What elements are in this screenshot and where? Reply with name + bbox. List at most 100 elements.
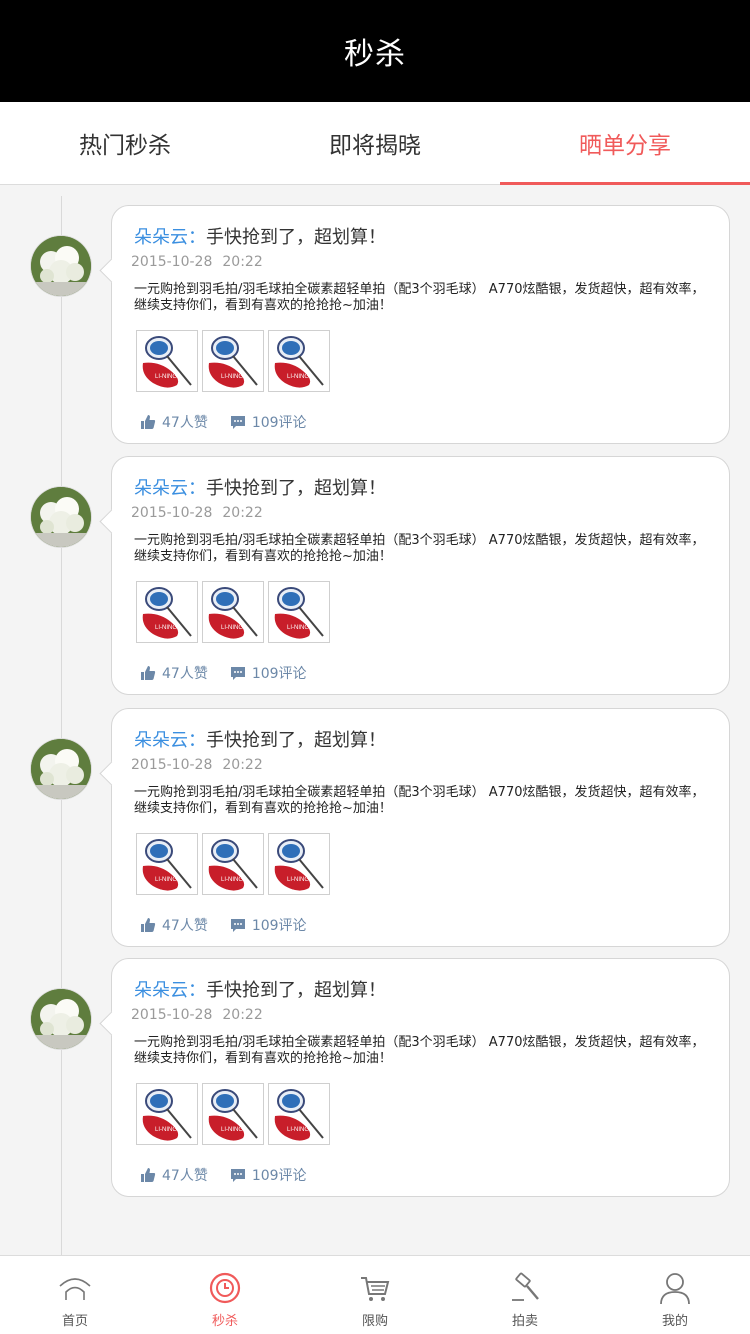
like-count: 47人赞 (162, 415, 208, 431)
like-button[interactable]: 47人赞 (140, 1165, 208, 1185)
like-button[interactable]: 47人赞 (140, 663, 208, 683)
post-datetime: 2015-10-28 20:22 (131, 505, 263, 521)
nav-limited[interactable]: 限购 (300, 1256, 450, 1334)
svg-text:LI-NING: LI-NING (155, 1127, 177, 1133)
comment-button[interactable]: 109评论 (230, 1165, 307, 1185)
user-icon (660, 1273, 690, 1305)
post-description: 一元购抢到羽毛拍/羽毛球拍全碳素超轻单拍（配3个羽毛球） A770炫酷银，发货超… (134, 785, 705, 816)
post-time: 20:22 (222, 505, 263, 521)
post-description: 一元购抢到羽毛拍/羽毛球拍全碳素超轻单拍（配3个羽毛球） A770炫酷银，发货超… (134, 1035, 705, 1066)
racket-thumbnail[interactable]: LI-NING (136, 1083, 198, 1145)
racket-thumbnail[interactable]: LI-NING (268, 330, 330, 392)
nav-mine[interactable]: 我的 (600, 1256, 750, 1334)
post-description: 一元购抢到羽毛拍/羽毛球拍全碳素超轻单拍（配3个羽毛球） A770炫酷银，发货超… (134, 533, 705, 564)
post-datetime: 2015-10-28 20:22 (131, 1007, 263, 1023)
comment-count: 109评论 (251, 918, 307, 934)
racket-thumbnail[interactable]: LI-NING (136, 581, 198, 643)
post-date: 2015-10-28 (131, 1007, 213, 1023)
cart-icon (361, 1277, 390, 1301)
post-headline: 朵朵云：手快抢到了，超划算！ (134, 223, 386, 249)
post-card[interactable]: 朵朵云：手快抢到了，超划算！ 2015-10-28 20:22 一元购抢到羽毛拍/… (111, 456, 730, 695)
like-count: 47人赞 (162, 918, 208, 934)
share-post: 朵朵云：手快抢到了，超划算！ 2015-10-28 20:22 一元购抢到羽毛拍/… (0, 958, 750, 1197)
post-images: LI-NING LI-NING LI-NING (136, 581, 330, 643)
post-title: 手快抢到了，超划算！ (206, 980, 386, 1001)
racket-thumbnail[interactable]: LI-NING (268, 1083, 330, 1145)
post-meta: 47人赞 109评论 (140, 412, 329, 432)
avatar[interactable] (31, 989, 91, 1049)
top-bar: 秒杀 (0, 0, 750, 102)
avatar[interactable] (31, 236, 91, 296)
racket-thumbnail[interactable]: LI-NING (268, 833, 330, 895)
post-card[interactable]: 朵朵云：手快抢到了，超划算！ 2015-10-28 20:22 一元购抢到羽毛拍/… (111, 205, 730, 444)
nav-flash-sale-label: 秒杀 (211, 1314, 238, 1329)
post-title: 手快抢到了，超划算！ (206, 227, 386, 248)
comment-count: 109评论 (251, 1168, 307, 1184)
racket-thumbnail[interactable]: LI-NING (136, 833, 198, 895)
thumbs-up-icon (141, 1168, 156, 1182)
bottom-nav: 首页 秒杀 限购 拍卖 我的 (0, 1255, 750, 1334)
tab-hot-flash-sale[interactable]: 热门秒杀 (0, 102, 250, 184)
post-card[interactable]: 朵朵云：手快抢到了，超划算！ 2015-10-28 20:22 一元购抢到羽毛拍/… (111, 708, 730, 947)
post-title: 手快抢到了，超划算！ (206, 730, 386, 751)
comment-icon (230, 1169, 245, 1182)
like-count: 47人赞 (162, 1168, 208, 1184)
tab-coming-soon[interactable]: 即将揭晓 (250, 102, 500, 184)
racket-thumbnail[interactable]: LI-NING (268, 581, 330, 643)
thumbs-up-icon (141, 415, 156, 429)
share-post: 朵朵云：手快抢到了，超划算！ 2015-10-28 20:22 一元购抢到羽毛拍/… (0, 456, 750, 695)
racket-thumbnail[interactable]: LI-NING (202, 833, 264, 895)
post-date: 2015-10-28 (131, 757, 213, 773)
svg-text:LI-NING: LI-NING (155, 877, 177, 883)
post-username[interactable]: 朵朵云： (134, 478, 206, 499)
post-meta: 47人赞 109评论 (140, 663, 329, 683)
svg-text:LI-NING: LI-NING (155, 625, 177, 631)
avatar[interactable] (31, 739, 91, 799)
post-username[interactable]: 朵朵云： (134, 227, 206, 248)
gavel-icon (512, 1272, 539, 1301)
post-date: 2015-10-28 (131, 505, 213, 521)
svg-text:LI-NING: LI-NING (221, 1127, 243, 1133)
post-description: 一元购抢到羽毛拍/羽毛球拍全碳素超轻单拍（配3个羽毛球） A770炫酷银，发货超… (134, 282, 705, 313)
post-images: LI-NING LI-NING LI-NING (136, 1083, 330, 1145)
like-button[interactable]: 47人赞 (140, 915, 208, 935)
nav-auction-label: 拍卖 (511, 1314, 538, 1329)
post-time: 20:22 (222, 1007, 263, 1023)
thumbs-up-icon (141, 918, 156, 932)
svg-text:LI-NING: LI-NING (287, 1127, 309, 1133)
nav-mine-label: 我的 (661, 1314, 688, 1329)
share-post: 朵朵云：手快抢到了，超划算！ 2015-10-28 20:22 一元购抢到羽毛拍/… (0, 708, 750, 947)
post-datetime: 2015-10-28 20:22 (131, 757, 263, 773)
comment-icon (230, 416, 245, 429)
nav-flash-sale[interactable]: 秒杀 (150, 1256, 300, 1334)
post-title: 手快抢到了，超划算！ (206, 478, 386, 499)
thumbs-up-icon (141, 666, 156, 680)
comment-button[interactable]: 109评论 (230, 663, 307, 683)
svg-text:LI-NING: LI-NING (155, 374, 177, 380)
comment-button[interactable]: 109评论 (230, 915, 307, 935)
nav-auction[interactable]: 拍卖 (450, 1256, 600, 1334)
svg-text:LI-NING: LI-NING (221, 374, 243, 380)
home-icon (59, 1278, 91, 1300)
post-card[interactable]: 朵朵云：手快抢到了，超划算！ 2015-10-28 20:22 一元购抢到羽毛拍/… (111, 958, 730, 1197)
racket-thumbnail[interactable]: LI-NING (202, 581, 264, 643)
post-date: 2015-10-28 (131, 254, 213, 270)
svg-text:LI-NING: LI-NING (287, 625, 309, 631)
comment-icon (230, 919, 245, 932)
svg-text:LI-NING: LI-NING (287, 374, 309, 380)
post-images: LI-NING LI-NING LI-NING (136, 833, 330, 895)
tab-share-orders[interactable]: 晒单分享 (500, 102, 750, 185)
racket-thumbnail[interactable]: LI-NING (202, 1083, 264, 1145)
comment-count: 109评论 (251, 415, 307, 431)
racket-thumbnail[interactable]: LI-NING (136, 330, 198, 392)
like-button[interactable]: 47人赞 (140, 412, 208, 432)
comment-button[interactable]: 109评论 (230, 412, 307, 432)
post-time: 20:22 (222, 254, 263, 270)
post-meta: 47人赞 109评论 (140, 1165, 329, 1185)
avatar[interactable] (31, 487, 91, 547)
nav-home[interactable]: 首页 (0, 1256, 150, 1334)
share-post: 朵朵云：手快抢到了，超划算！ 2015-10-28 20:22 一元购抢到羽毛拍/… (0, 205, 750, 444)
post-username[interactable]: 朵朵云： (134, 980, 206, 1001)
post-username[interactable]: 朵朵云： (134, 730, 206, 751)
racket-thumbnail[interactable]: LI-NING (202, 330, 264, 392)
